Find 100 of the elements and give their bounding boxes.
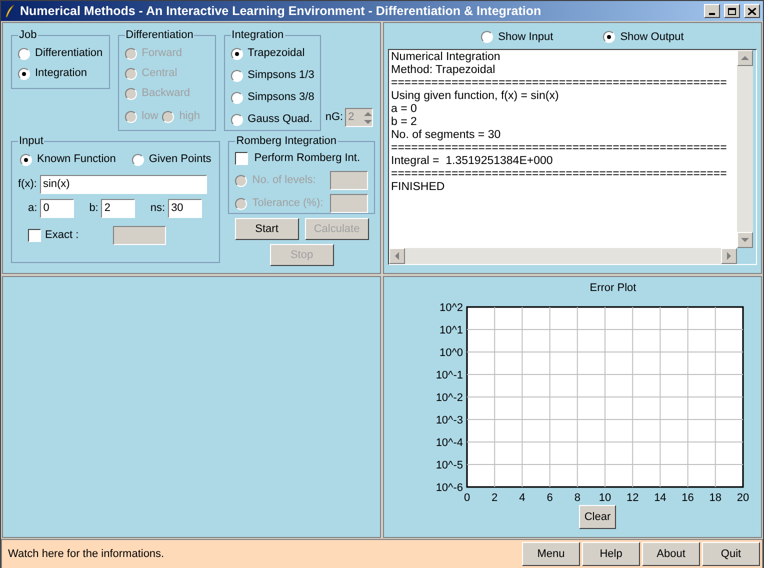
number-field[interactable]: 30 (168, 198, 202, 218)
x-axis-label: 6 (546, 492, 553, 504)
radio-label: Simpsons 3/8 (248, 90, 314, 106)
x-axis-label: 10 (598, 492, 612, 504)
output-line: Integral = 1.3519251384E+000 (391, 155, 554, 168)
y-axis-label: 10^-5 (436, 460, 463, 472)
radio-button[interactable] (230, 70, 243, 82)
checkbox-label: Exact : (45, 228, 79, 243)
radio-label: Known Function (37, 152, 116, 168)
horizontal-scrollbar[interactable] (389, 248, 737, 264)
field-label: f(x): (18, 176, 37, 192)
radio-button[interactable] (230, 114, 243, 126)
radio-label: low (142, 109, 158, 124)
radio-button[interactable] (230, 48, 243, 60)
checkbox-label: Perform Romberg Int. (254, 151, 360, 166)
y-axis-label: 10^1 (439, 324, 463, 336)
minimize-icon[interactable] (704, 4, 720, 18)
x-axis-label: 2 (492, 492, 498, 504)
status-button[interactable]: Help (582, 542, 640, 566)
output-line: FINISHED (391, 181, 446, 194)
output-line: Method: Trapezoidal (391, 64, 496, 77)
status-button[interactable]: About (642, 542, 700, 566)
x-axis-label: 16 (682, 492, 694, 504)
scroll-down-icon (741, 236, 749, 244)
group-title: Job (18, 28, 38, 43)
output-text-area[interactable] (389, 50, 737, 248)
number-field[interactable]: 0 (40, 198, 74, 218)
y-axis-label: 10^-1 (436, 370, 463, 382)
feather-icon (4, 4, 16, 18)
y-axis-label: 10^0 (439, 347, 463, 359)
radio-label: No. of levels: (252, 173, 316, 188)
radio-label: Given Points (148, 152, 212, 168)
scroll-up-icon (741, 54, 749, 62)
x-axis-label: 12 (626, 492, 639, 504)
status-message: Watch here for the informations. (8, 546, 166, 562)
romberg-value-field[interactable] (330, 194, 368, 213)
x-axis-label: 18 (709, 492, 722, 504)
action-button[interactable]: Start (234, 218, 299, 240)
function-field[interactable]: sin(x) (40, 174, 207, 194)
status-button[interactable]: Quit (702, 542, 760, 566)
output-line: a = 0 (391, 103, 418, 116)
y-axis-label: 10^2 (439, 302, 463, 314)
output-line: Using given function, f(x) = sin(x) (391, 90, 560, 103)
y-axis-label: 10^-2 (436, 392, 463, 404)
radio-label: Trapezoidal (248, 46, 305, 62)
radio-button[interactable] (20, 154, 32, 166)
radio-label: high (179, 109, 200, 124)
radio-label: Show Output (620, 30, 684, 45)
radio-label: Tolerance (%): (252, 196, 324, 212)
x-axis-label: 8 (574, 492, 580, 504)
maximize-icon[interactable] (724, 4, 740, 18)
x-axis-label: 20 (736, 492, 750, 504)
radio-button[interactable] (230, 92, 243, 104)
spin-up-icon (364, 110, 372, 118)
radio-label: Backward (142, 86, 190, 102)
checkbox[interactable] (235, 152, 248, 165)
y-axis-label: 10^-6 (436, 482, 463, 494)
plot-title: Error Plot (590, 282, 636, 294)
spin-down-icon (364, 118, 372, 126)
close-icon[interactable] (744, 4, 760, 18)
x-axis-label: 14 (654, 492, 666, 504)
group-title: Integration (230, 28, 285, 43)
status-button[interactable]: Menu (522, 542, 580, 566)
window-title: Numerical Methods - An Interactive Learning Environment - Differentiation & Integration (20, 2, 542, 20)
radio-label: Forward (142, 46, 182, 62)
x-axis-label: 4 (519, 492, 526, 504)
clear-button[interactable]: Clear (579, 505, 616, 529)
number-field[interactable]: 2 (101, 198, 136, 218)
field-label: ns: (150, 200, 166, 216)
radio-label: Gauss Quad. (248, 112, 312, 128)
field-label: b: (89, 200, 98, 216)
scroll-left-icon (393, 252, 401, 260)
radio-button[interactable] (603, 31, 616, 43)
scroll-right-icon (725, 252, 733, 260)
output-line: ================================================== (391, 168, 728, 181)
y-axis-label: 10^-3 (436, 414, 463, 426)
y-axis-label: 10^-4 (436, 437, 463, 449)
field-label: a: (28, 200, 38, 216)
radio-label: Differentiation (35, 46, 103, 62)
radio-label: Integration (35, 66, 87, 82)
radio-button[interactable] (18, 48, 30, 60)
group-title: Input (18, 134, 44, 149)
output-line: ================================================== (391, 142, 728, 155)
exact-value-field[interactable] (112, 226, 166, 244)
group-title: Romberg Integration (235, 134, 338, 149)
output-line: ================================================== (391, 77, 728, 90)
x-axis-label: 0 (464, 492, 470, 504)
radio-label: Show Input (498, 30, 554, 45)
output-line: b = 2 (391, 116, 418, 129)
radio-label: Central (142, 66, 178, 82)
vertical-scrollbar[interactable] (737, 50, 753, 248)
group-title: Differentiation (124, 28, 194, 43)
romberg-value-field[interactable] (330, 171, 368, 190)
field-label: nG: (325, 110, 344, 126)
output-line: Numerical Integration (391, 51, 502, 64)
checkbox[interactable] (28, 228, 41, 242)
radio-button[interactable] (481, 31, 494, 43)
radio-button[interactable] (132, 154, 144, 166)
radio-label: Simpsons 1/3 (248, 68, 314, 84)
radio-button[interactable] (18, 68, 30, 80)
